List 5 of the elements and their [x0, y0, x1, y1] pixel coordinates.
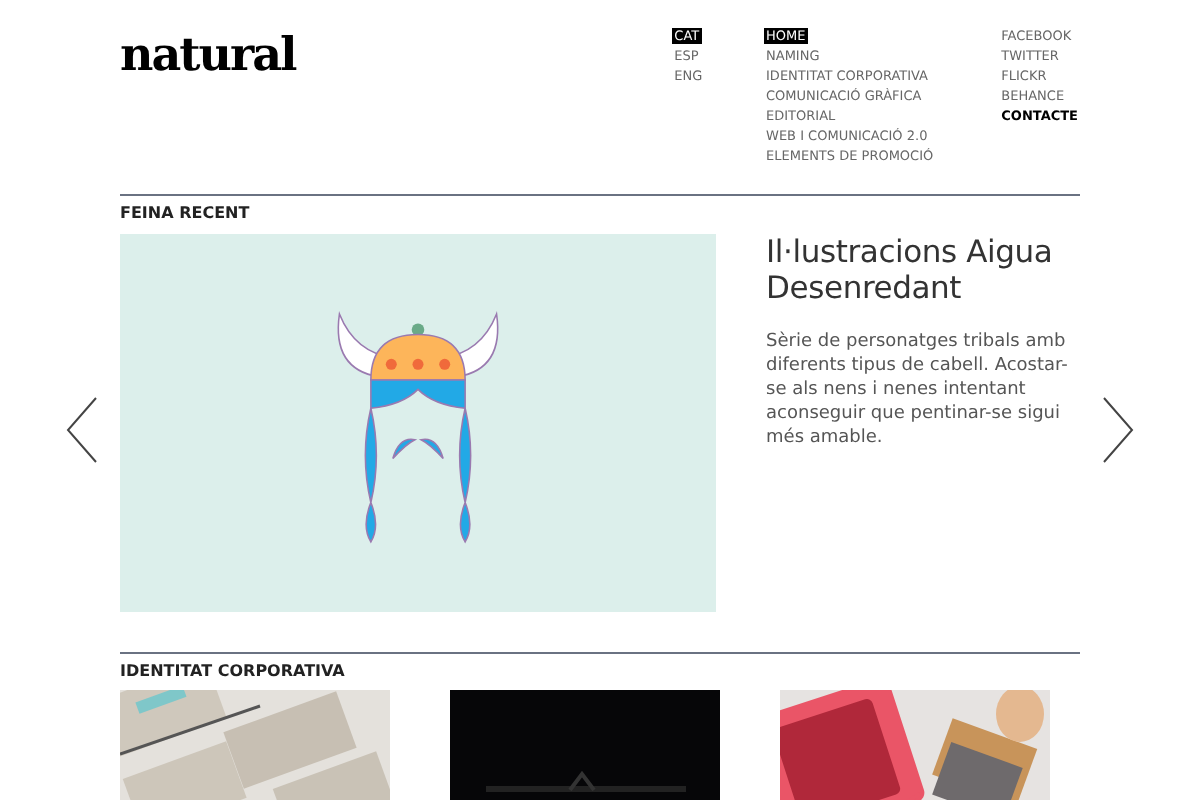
- section-heading: FEINA RECENT: [120, 202, 252, 226]
- project-description: Sèrie de personatges tribals amb diferents tipus de cabell. Acostar-se als nens i nenes intentant aconseguir que pentinar-se sigui més amable.: [766, 330, 1070, 450]
- project-title[interactable]: Il·lustracions Aigua Desenredant: [766, 234, 1080, 306]
- logo[interactable]: natural: [120, 32, 673, 194]
- section-heading: IDENTITAT CORPORATIVA: [120, 660, 347, 684]
